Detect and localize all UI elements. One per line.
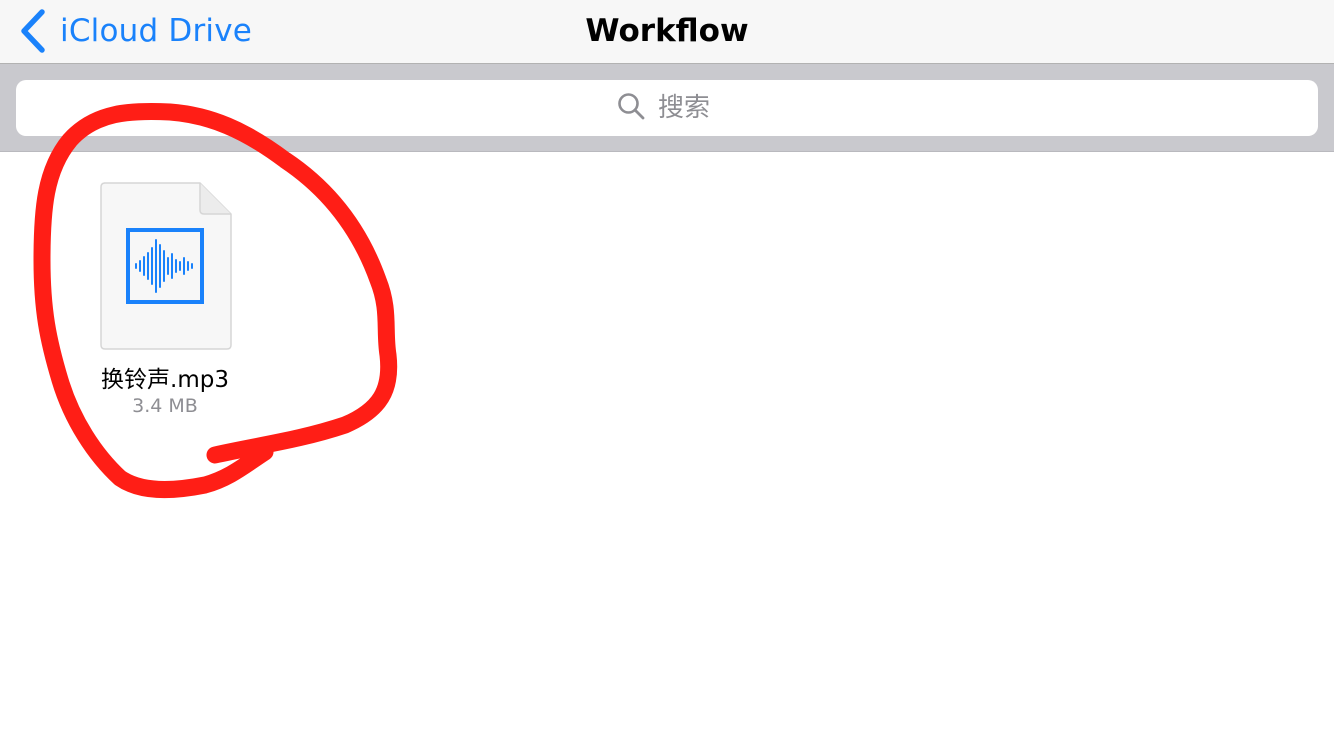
search-icon <box>616 91 658 125</box>
file-thumbnail <box>100 182 232 350</box>
files-screen: iCloud Drive Workflow 搜索 换铃声.mp3 3.4 MB <box>0 0 1334 750</box>
page-title: Workflow <box>585 13 749 49</box>
search-bar-container <box>0 64 1334 152</box>
navigation-bar: iCloud Drive Workflow <box>0 0 1334 64</box>
file-item[interactable]: 换铃声.mp3 3.4 MB <box>90 182 240 422</box>
file-name: 换铃声.mp3 <box>101 367 229 393</box>
search-input[interactable] <box>658 93 718 123</box>
search-field[interactable] <box>16 80 1318 136</box>
file-size: 3.4 MB <box>132 395 198 417</box>
